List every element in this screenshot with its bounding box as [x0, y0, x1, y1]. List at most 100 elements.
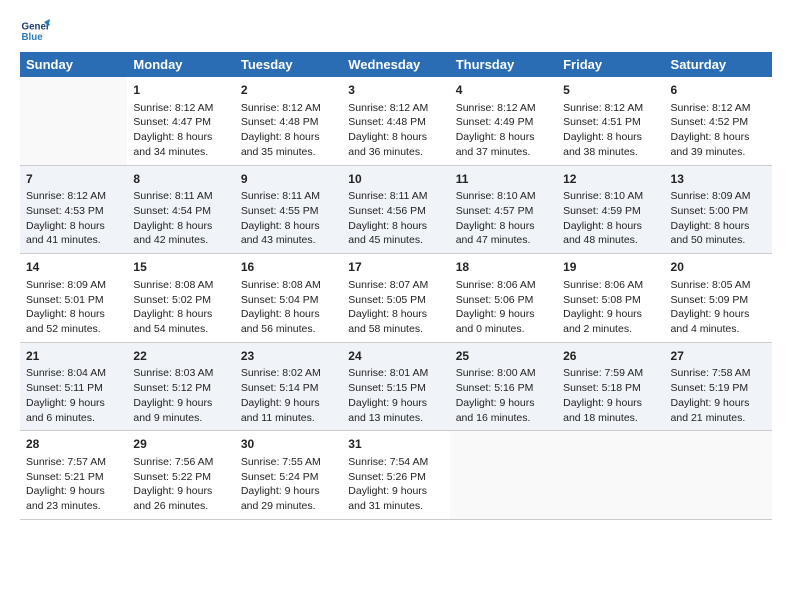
day-cell-4-7: 27Sunrise: 7:58 AMSunset: 5:19 PMDayligh… — [665, 342, 772, 431]
day-info-line: and 54 minutes. — [133, 322, 228, 337]
day-number: 4 — [456, 82, 551, 99]
day-info-line: Daylight: 8 hours — [241, 130, 336, 145]
day-info-line: and 58 minutes. — [348, 322, 443, 337]
day-info-line: Sunrise: 8:06 AM — [563, 278, 658, 293]
day-info-line: and 52 minutes. — [26, 322, 121, 337]
column-header-thursday: Thursday — [450, 52, 557, 77]
column-header-saturday: Saturday — [665, 52, 772, 77]
day-info-line: Sunrise: 8:08 AM — [133, 278, 228, 293]
calendar-table: SundayMondayTuesdayWednesdayThursdayFrid… — [20, 52, 772, 520]
day-info-line: and 0 minutes. — [456, 322, 551, 337]
day-cell-3-2: 15Sunrise: 8:08 AMSunset: 5:02 PMDayligh… — [127, 254, 234, 343]
day-cell-2-4: 10Sunrise: 8:11 AMSunset: 4:56 PMDayligh… — [342, 165, 449, 254]
day-number: 18 — [456, 259, 551, 276]
day-number: 6 — [671, 82, 766, 99]
day-info-line: Daylight: 8 hours — [348, 219, 443, 234]
day-info-line: Sunrise: 8:01 AM — [348, 366, 443, 381]
day-number: 16 — [241, 259, 336, 276]
day-info-line: Daylight: 9 hours — [26, 396, 121, 411]
day-info-line: and 34 minutes. — [133, 145, 228, 160]
day-info-line: and 39 minutes. — [671, 145, 766, 160]
day-cell-3-6: 19Sunrise: 8:06 AMSunset: 5:08 PMDayligh… — [557, 254, 664, 343]
day-info-line: Sunset: 5:21 PM — [26, 470, 121, 485]
day-info-line: Daylight: 8 hours — [26, 219, 121, 234]
day-cell-2-3: 9Sunrise: 8:11 AMSunset: 4:55 PMDaylight… — [235, 165, 342, 254]
day-cell-2-5: 11Sunrise: 8:10 AMSunset: 4:57 PMDayligh… — [450, 165, 557, 254]
day-info-line: Sunrise: 7:54 AM — [348, 455, 443, 470]
day-info-line: Sunset: 5:00 PM — [671, 204, 766, 219]
day-number: 9 — [241, 171, 336, 188]
day-number: 14 — [26, 259, 121, 276]
day-info-line: and 16 minutes. — [456, 411, 551, 426]
day-info-line: and 50 minutes. — [671, 233, 766, 248]
day-info-line: Daylight: 8 hours — [133, 130, 228, 145]
day-info-line: and 9 minutes. — [133, 411, 228, 426]
day-info-line: Daylight: 8 hours — [26, 307, 121, 322]
day-cell-3-1: 14Sunrise: 8:09 AMSunset: 5:01 PMDayligh… — [20, 254, 127, 343]
day-info-line: Sunrise: 8:11 AM — [348, 189, 443, 204]
day-number: 3 — [348, 82, 443, 99]
day-number: 17 — [348, 259, 443, 276]
column-header-friday: Friday — [557, 52, 664, 77]
day-info-line: Daylight: 9 hours — [26, 484, 121, 499]
column-header-tuesday: Tuesday — [235, 52, 342, 77]
column-header-row: SundayMondayTuesdayWednesdayThursdayFrid… — [20, 52, 772, 77]
day-cell-1-6: 5Sunrise: 8:12 AMSunset: 4:51 PMDaylight… — [557, 77, 664, 165]
day-info-line: Daylight: 9 hours — [456, 396, 551, 411]
day-cell-1-4: 3Sunrise: 8:12 AMSunset: 4:48 PMDaylight… — [342, 77, 449, 165]
day-info-line: Daylight: 9 hours — [563, 396, 658, 411]
day-info-line: Daylight: 9 hours — [241, 484, 336, 499]
day-info-line: Sunset: 5:16 PM — [456, 381, 551, 396]
day-info-line: Sunset: 5:19 PM — [671, 381, 766, 396]
day-number: 25 — [456, 348, 551, 365]
day-number: 11 — [456, 171, 551, 188]
day-info-line: Sunrise: 8:10 AM — [563, 189, 658, 204]
day-number: 26 — [563, 348, 658, 365]
day-info-line: Sunset: 4:56 PM — [348, 204, 443, 219]
day-info-line: Sunrise: 7:59 AM — [563, 366, 658, 381]
day-info-line: Daylight: 8 hours — [671, 130, 766, 145]
column-header-wednesday: Wednesday — [342, 52, 449, 77]
day-cell-1-2: 1Sunrise: 8:12 AMSunset: 4:47 PMDaylight… — [127, 77, 234, 165]
day-info-line: Daylight: 8 hours — [348, 130, 443, 145]
day-info-line: and 48 minutes. — [563, 233, 658, 248]
day-info-line: Daylight: 8 hours — [563, 130, 658, 145]
day-number: 10 — [348, 171, 443, 188]
day-info-line: Daylight: 8 hours — [456, 219, 551, 234]
column-header-sunday: Sunday — [20, 52, 127, 77]
day-cell-4-3: 23Sunrise: 8:02 AMSunset: 5:14 PMDayligh… — [235, 342, 342, 431]
day-info-line: Sunset: 4:59 PM — [563, 204, 658, 219]
week-row-2: 7Sunrise: 8:12 AMSunset: 4:53 PMDaylight… — [20, 165, 772, 254]
day-info-line: Sunset: 5:06 PM — [456, 293, 551, 308]
day-cell-5-5 — [450, 431, 557, 520]
header: General Blue — [20, 16, 772, 46]
day-info-line: and 35 minutes. — [241, 145, 336, 160]
day-info-line: Sunrise: 8:09 AM — [671, 189, 766, 204]
day-cell-1-7: 6Sunrise: 8:12 AMSunset: 4:52 PMDaylight… — [665, 77, 772, 165]
day-info-line: and 4 minutes. — [671, 322, 766, 337]
day-info-line: Sunrise: 8:02 AM — [241, 366, 336, 381]
day-cell-4-5: 25Sunrise: 8:00 AMSunset: 5:16 PMDayligh… — [450, 342, 557, 431]
day-info-line: Daylight: 9 hours — [563, 307, 658, 322]
day-info-line: Daylight: 9 hours — [671, 307, 766, 322]
day-info-line: Sunset: 4:47 PM — [133, 115, 228, 130]
day-info-line: Sunset: 5:02 PM — [133, 293, 228, 308]
day-info-line: and 41 minutes. — [26, 233, 121, 248]
day-info-line: Sunrise: 8:12 AM — [563, 101, 658, 116]
day-number: 19 — [563, 259, 658, 276]
day-info-line: Daylight: 8 hours — [241, 307, 336, 322]
day-info-line: and 29 minutes. — [241, 499, 336, 514]
day-info-line: Sunrise: 8:06 AM — [456, 278, 551, 293]
day-info-line: Sunrise: 7:57 AM — [26, 455, 121, 470]
column-header-monday: Monday — [127, 52, 234, 77]
day-info-line: Sunset: 4:57 PM — [456, 204, 551, 219]
week-row-5: 28Sunrise: 7:57 AMSunset: 5:21 PMDayligh… — [20, 431, 772, 520]
day-info-line: and 31 minutes. — [348, 499, 443, 514]
day-info-line: Sunset: 5:15 PM — [348, 381, 443, 396]
day-number: 28 — [26, 436, 121, 453]
day-cell-3-3: 16Sunrise: 8:08 AMSunset: 5:04 PMDayligh… — [235, 254, 342, 343]
logo: General Blue — [20, 16, 54, 46]
day-cell-5-7 — [665, 431, 772, 520]
day-info-line: Sunset: 4:49 PM — [456, 115, 551, 130]
day-number: 29 — [133, 436, 228, 453]
